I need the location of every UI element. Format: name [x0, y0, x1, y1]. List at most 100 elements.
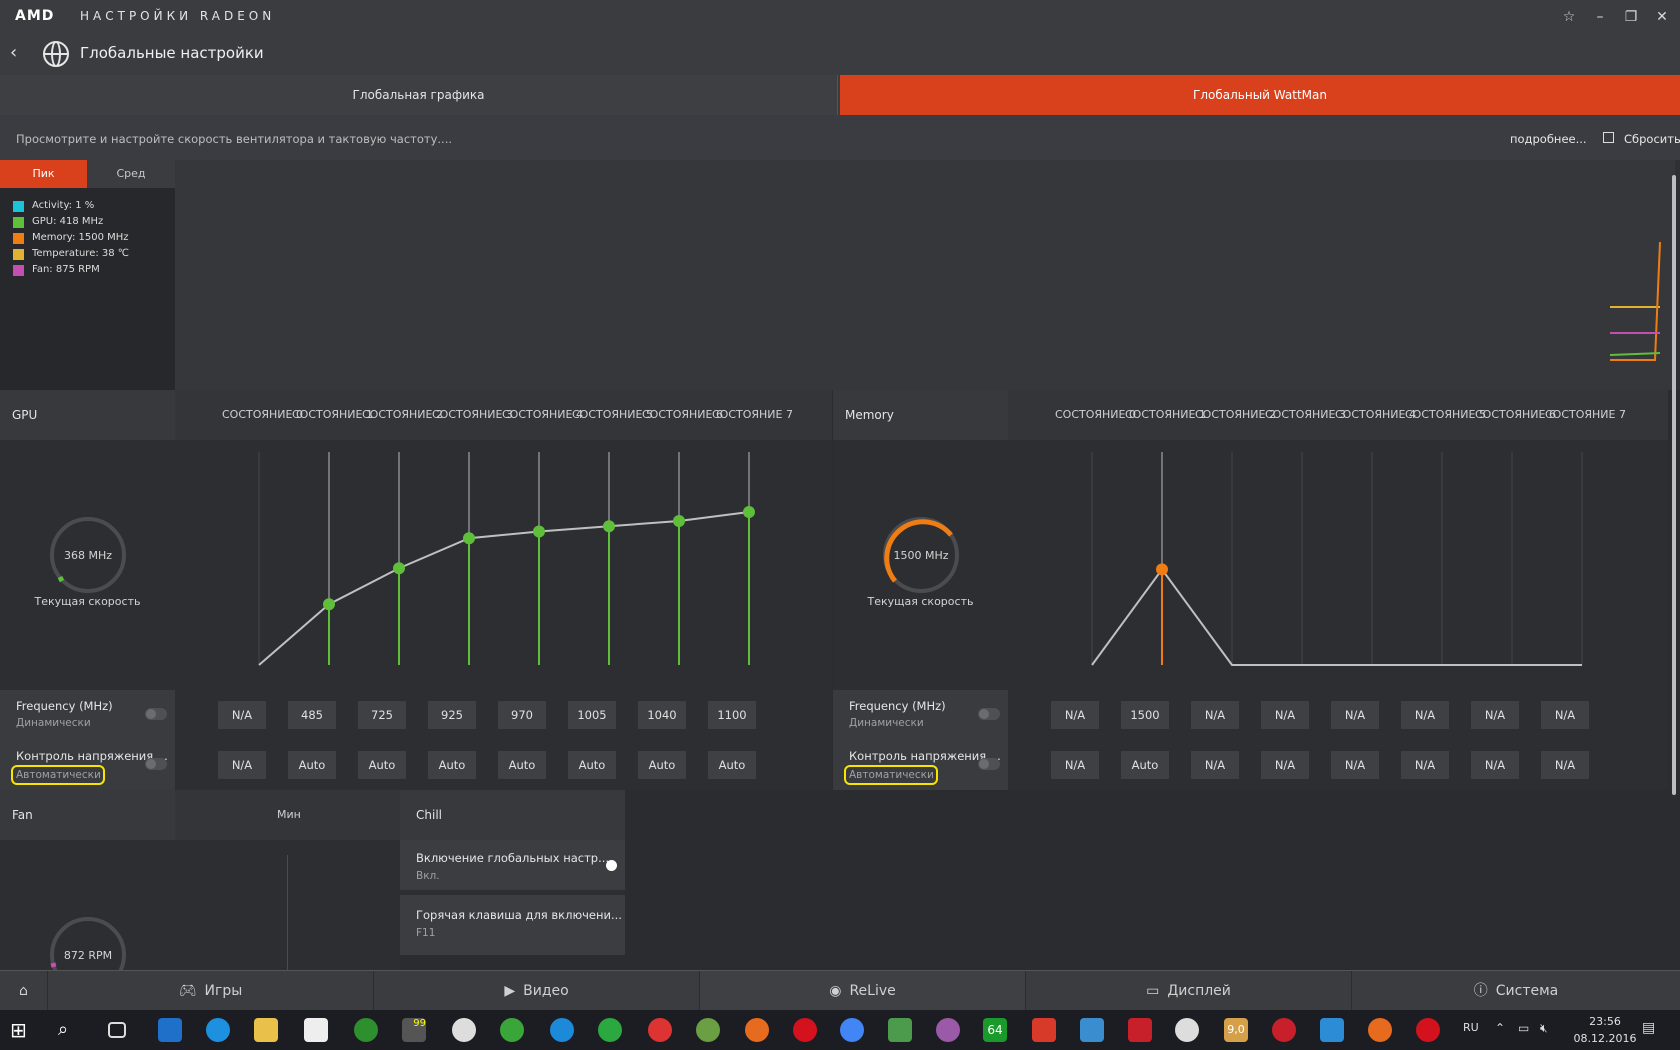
- app-version-icon[interactable]: 9,0: [1224, 1018, 1248, 1042]
- state-point-handle[interactable]: [743, 506, 755, 518]
- reset-icon[interactable]: [1603, 132, 1614, 143]
- checkbox-icon[interactable]: [13, 201, 24, 212]
- memory-voltage-toggle[interactable]: [978, 758, 1000, 770]
- wordpress-icon[interactable]: [1175, 1018, 1199, 1042]
- memory-frequencies-state-1[interactable]: 1500: [1121, 701, 1169, 729]
- memory-voltages-state-7[interactable]: N/A: [1541, 751, 1589, 779]
- radeon-icon[interactable]: [648, 1018, 672, 1042]
- memory-frequency-toggle[interactable]: [978, 708, 1000, 720]
- state-point-handle[interactable]: [673, 515, 685, 527]
- nav-display[interactable]: ▭ Дисплей: [1026, 971, 1352, 1011]
- chill-global-enable[interactable]: Включение глобальных настр... Вкл.: [400, 840, 625, 890]
- memory-voltages-state-4[interactable]: N/A: [1331, 751, 1379, 779]
- legend-item-gpu[interactable]: GPU: 418 MHz: [0, 214, 175, 230]
- state-point-handle[interactable]: [323, 598, 335, 611]
- xbox-icon[interactable]: [354, 1018, 378, 1042]
- gpu-voltages-state-4[interactable]: Auto: [498, 751, 546, 779]
- chill-toggle-icon[interactable]: [606, 860, 617, 871]
- shield-app-icon[interactable]: [1080, 1018, 1104, 1042]
- gpu-frequencies-state-5[interactable]: 1005: [568, 701, 616, 729]
- gpu-frequencies-state-1[interactable]: 485: [288, 701, 336, 729]
- gpu-voltages-state-6[interactable]: Auto: [638, 751, 686, 779]
- volume-muted-icon[interactable]: 🔇︎: [1540, 1021, 1548, 1036]
- gpu-voltages-state-5[interactable]: Auto: [568, 751, 616, 779]
- map-app-icon[interactable]: [888, 1018, 912, 1042]
- checkbox-icon[interactable]: [13, 249, 24, 260]
- clock-date[interactable]: 08.12.2016: [1565, 1032, 1645, 1045]
- state-point-handle[interactable]: [533, 525, 545, 538]
- download-icon[interactable]: [1128, 1018, 1152, 1042]
- legend-item-temperature[interactable]: Temperature: 38 ℃: [0, 246, 175, 262]
- legend-item-fan[interactable]: Fan: 875 RPM: [0, 262, 175, 278]
- memory-voltages-state-5[interactable]: N/A: [1401, 751, 1449, 779]
- legend-item-activity[interactable]: Activity: 1 %: [0, 198, 175, 214]
- state-point-handle[interactable]: [1156, 563, 1168, 576]
- memory-frequencies-state-5[interactable]: N/A: [1401, 701, 1449, 729]
- peak-tab[interactable]: Пик: [0, 160, 87, 188]
- memory-frequencies-state-4[interactable]: N/A: [1331, 701, 1379, 729]
- state-point-handle[interactable]: [463, 532, 475, 545]
- tab-global-graphics[interactable]: Глобальная графика: [0, 75, 838, 115]
- legend-item-memory[interactable]: Memory: 1500 MHz: [0, 230, 175, 246]
- firefox-icon[interactable]: [745, 1018, 769, 1042]
- app-icon[interactable]: [452, 1018, 476, 1042]
- gpu-frequencies-state-4[interactable]: 970: [498, 701, 546, 729]
- gpu-frequencies-state-2[interactable]: 725: [358, 701, 406, 729]
- notifications-icon[interactable]: ▤: [1642, 1020, 1655, 1036]
- memory-voltages-state-2[interactable]: N/A: [1191, 751, 1239, 779]
- more-link[interactable]: подробнее...: [1510, 132, 1587, 146]
- nav-video[interactable]: ▶ Видео: [374, 971, 700, 1011]
- chill-hotkey[interactable]: Горячая клавиша для включени... F11: [400, 895, 625, 955]
- average-tab[interactable]: Сред: [87, 160, 175, 188]
- tab-global-wattman[interactable]: Глобальный WattMan: [840, 75, 1680, 115]
- edge-icon[interactable]: [206, 1018, 230, 1042]
- state-point-handle[interactable]: [603, 520, 615, 533]
- nav-relive[interactable]: ◉ ReLive: [700, 971, 1026, 1011]
- app-globe-icon[interactable]: [696, 1018, 720, 1042]
- memory-frequencies-state-3[interactable]: N/A: [1261, 701, 1309, 729]
- gpu-voltages-state-3[interactable]: Auto: [428, 751, 476, 779]
- favorite-star-icon[interactable]: ☆: [1556, 6, 1582, 28]
- gpu-voltages-state-2[interactable]: Auto: [358, 751, 406, 779]
- film-app-icon[interactable]: [158, 1018, 182, 1042]
- gpu-frequencies-state-3[interactable]: 925: [428, 701, 476, 729]
- search-icon[interactable]: ⌕: [58, 1018, 82, 1042]
- gpu-frequency-toggle[interactable]: [145, 708, 167, 720]
- gog-icon[interactable]: [936, 1018, 960, 1042]
- radeon-settings-icon[interactable]: [1272, 1018, 1296, 1042]
- store-icon[interactable]: [304, 1018, 328, 1042]
- windows-start-icon[interactable]: ⊞: [10, 1018, 34, 1042]
- memory-frequencies-state-2[interactable]: N/A: [1191, 701, 1239, 729]
- memory-voltages-state-3[interactable]: N/A: [1261, 751, 1309, 779]
- checkbox-icon[interactable]: [13, 265, 24, 276]
- utorrent-icon[interactable]: [500, 1018, 524, 1042]
- reset-button[interactable]: Сбросить: [1624, 132, 1680, 146]
- state-point-handle[interactable]: [393, 562, 405, 575]
- memory-voltages-state-6[interactable]: N/A: [1471, 751, 1519, 779]
- calendar-app-icon[interactable]: [1320, 1018, 1344, 1042]
- gpu-voltages-state-1[interactable]: Auto: [288, 751, 336, 779]
- ccleaner-icon[interactable]: [1032, 1018, 1056, 1042]
- gpu-voltage-toggle[interactable]: [145, 758, 167, 770]
- sync-app-icon[interactable]: [550, 1018, 574, 1042]
- gpu-frequencies-state-0[interactable]: N/A: [218, 701, 266, 729]
- minimize-icon[interactable]: –: [1587, 6, 1613, 28]
- close-icon[interactable]: ✕: [1649, 6, 1675, 28]
- back-arrow-icon[interactable]: ‹: [10, 42, 17, 63]
- scrollbar[interactable]: [1672, 175, 1676, 795]
- gpu-frequencies-state-6[interactable]: 1040: [638, 701, 686, 729]
- chrome-icon[interactable]: [840, 1018, 864, 1042]
- file-explorer-icon[interactable]: [254, 1018, 278, 1042]
- nav-games[interactable]: 🎮︎ Игры: [48, 971, 374, 1011]
- memory-voltages-state-0[interactable]: N/A: [1051, 751, 1099, 779]
- tray-chevron-icon[interactable]: ⌃: [1495, 1021, 1505, 1035]
- keyboard-language[interactable]: RU: [1463, 1021, 1479, 1034]
- restore-icon[interactable]: ❐: [1618, 6, 1644, 28]
- upwork-icon[interactable]: [598, 1018, 622, 1042]
- gpu-voltages-state-0[interactable]: N/A: [218, 751, 266, 779]
- gpu-voltages-state-7[interactable]: Auto: [708, 751, 756, 779]
- gpu-frequencies-state-7[interactable]: 1100: [708, 701, 756, 729]
- opera-icon-2[interactable]: [1416, 1018, 1440, 1042]
- nav-system[interactable]: ⓘ Система: [1352, 971, 1680, 1011]
- memory-frequencies-state-7[interactable]: N/A: [1541, 701, 1589, 729]
